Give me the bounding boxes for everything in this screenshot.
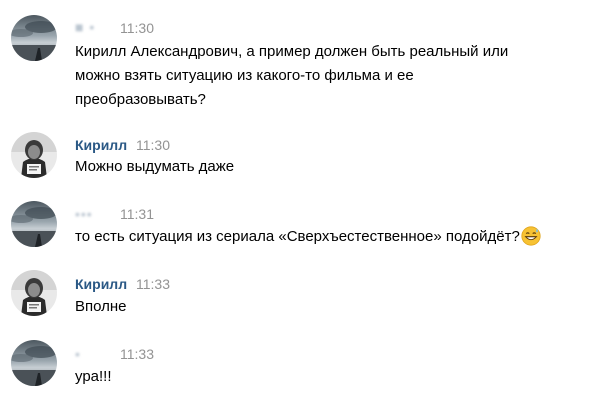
message-text-line: преобразовывать? (75, 91, 206, 108)
avatar[interactable] (11, 132, 57, 178)
message-text: то есть ситуация из сериала «Сверхъестес… (75, 228, 520, 245)
message-text-line: то есть ситуация из сериала «Сверхъестес… (75, 225, 541, 254)
avatar[interactable] (11, 15, 57, 61)
author-name[interactable]: ••• (75, 206, 93, 223)
message-time: 11:31 (120, 206, 154, 222)
message-time: 11:30 (136, 137, 170, 153)
landscape-avatar-image (11, 15, 57, 61)
avatar[interactable] (11, 270, 57, 316)
message-time: 11:33 (120, 346, 154, 362)
message-text-line: Можно выдумать даже (75, 158, 235, 175)
message-text-line: Вполне (75, 298, 127, 315)
person-avatar-image (11, 132, 57, 178)
author-name-link[interactable]: Кирилл (75, 276, 127, 293)
author-name[interactable]: • (75, 346, 81, 363)
message-time: 11:30 (120, 20, 154, 36)
person-avatar-image (11, 270, 57, 316)
message-text-line: Кирилл Александрович, а пример должен бы… (75, 43, 509, 60)
author-name-link[interactable]: Кирилл (75, 137, 127, 154)
chat-history: ■ • 11:30 Кирилл Александрович, а пример… (0, 0, 597, 417)
grinning-sweat-emoji-icon (521, 226, 541, 254)
landscape-avatar-image (11, 201, 57, 247)
message-text-line: можно взять ситуацию из какого-то фильма… (75, 67, 414, 84)
author-name[interactable]: ■ • (75, 19, 95, 36)
avatar[interactable] (11, 340, 57, 386)
avatar[interactable] (11, 201, 57, 247)
message-text-line: ура!!! (75, 368, 112, 385)
landscape-avatar-image (11, 340, 57, 386)
message-time: 11:33 (136, 276, 170, 292)
